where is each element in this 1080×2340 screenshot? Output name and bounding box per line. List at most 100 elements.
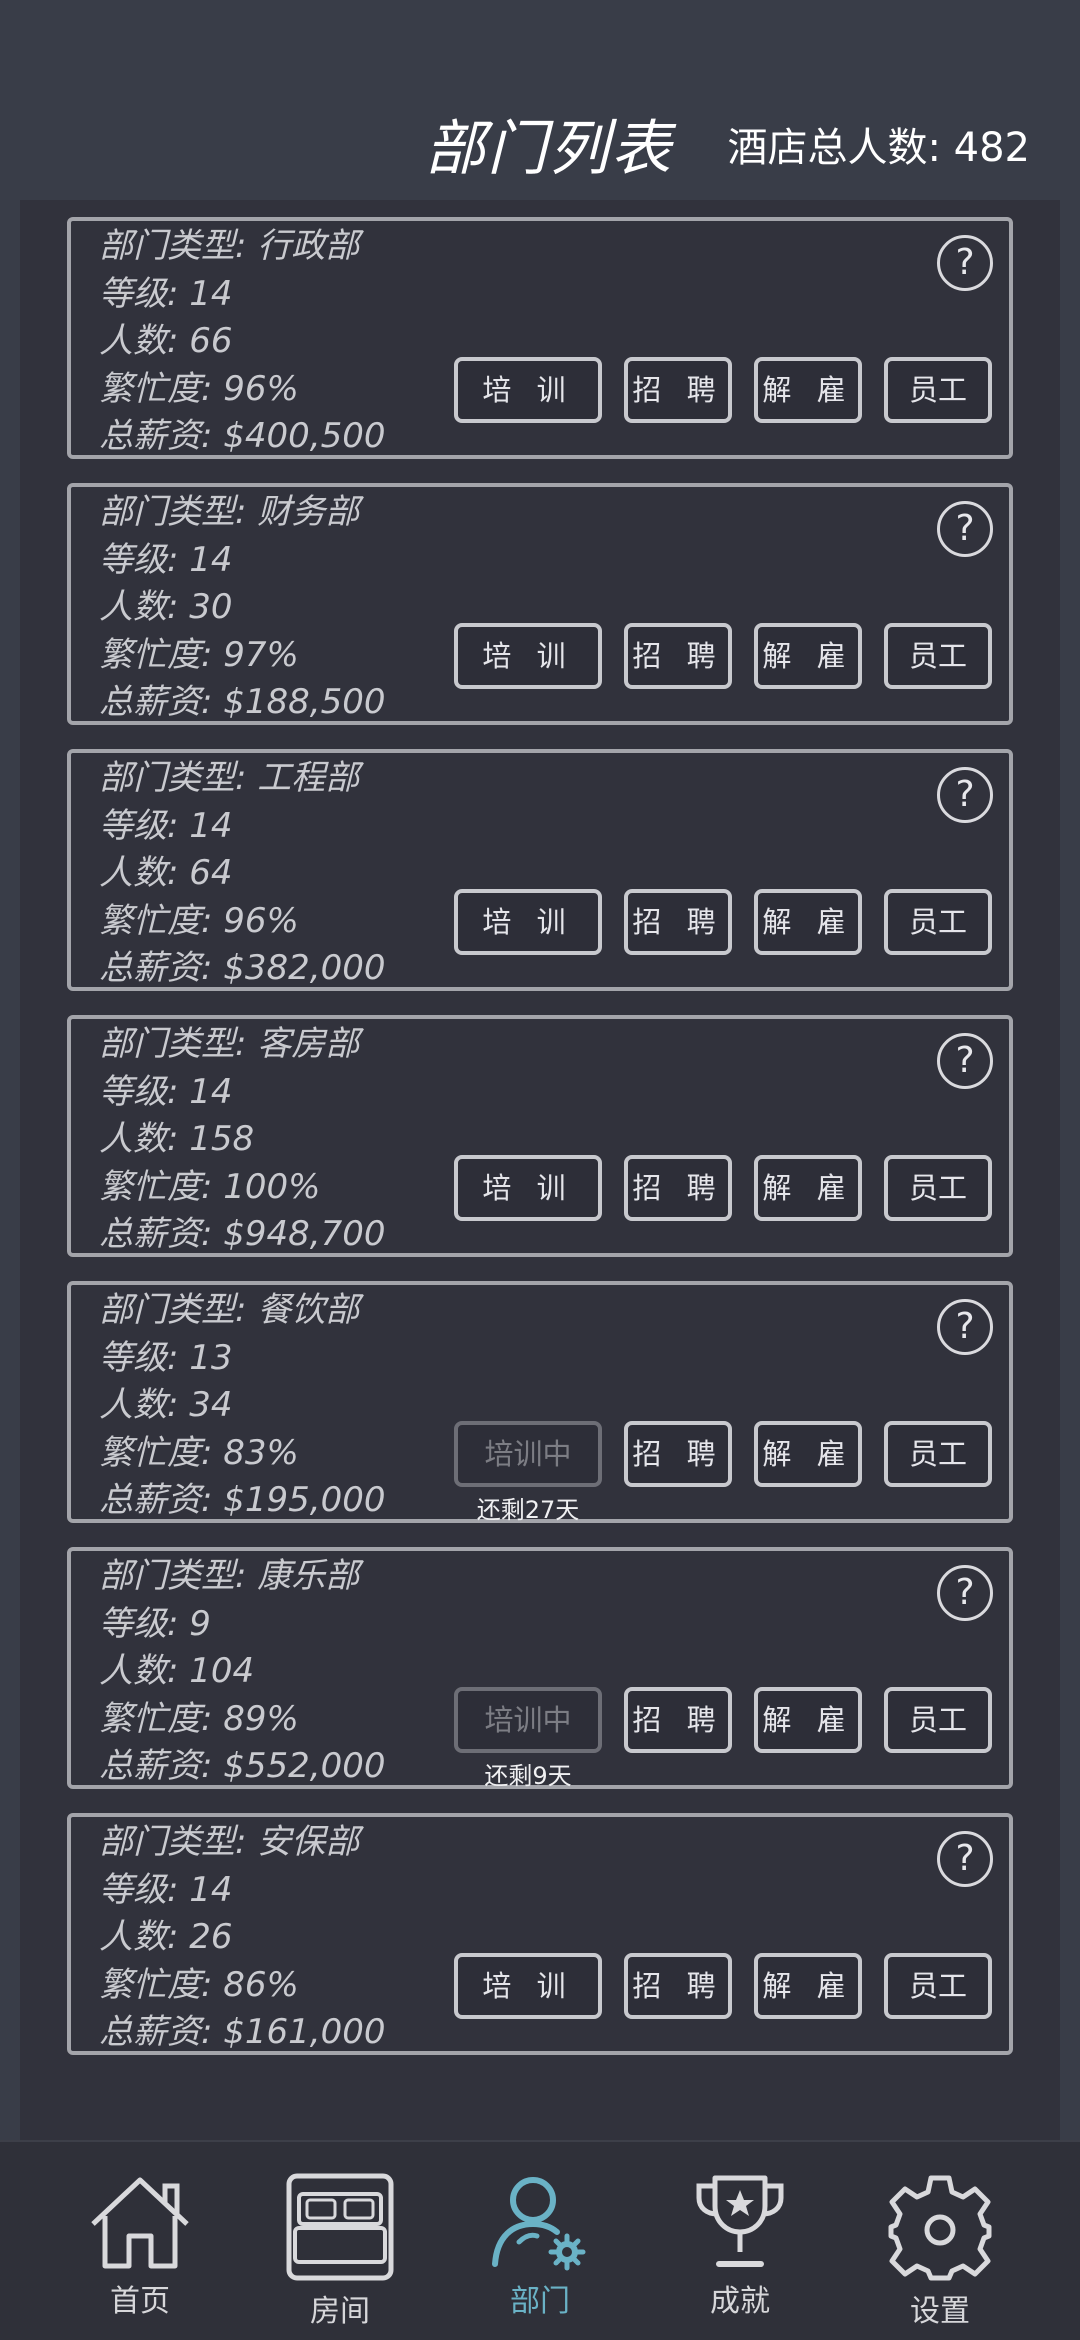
fire-button[interactable]: 解 雇 bbox=[754, 623, 862, 689]
bottom-nav: 首页 房间 部门 成就 设置 bbox=[0, 2140, 1080, 2340]
staff-button[interactable]: 员工 bbox=[884, 357, 992, 423]
train-button[interactable]: 培 训 bbox=[454, 1953, 602, 2019]
department-salary: 总薪资: $400,500 bbox=[99, 416, 386, 456]
department-headcount: 人数: 30 bbox=[99, 587, 233, 627]
department-headcount: 人数: 34 bbox=[99, 1385, 233, 1425]
fire-button[interactable]: 解 雇 bbox=[754, 1687, 862, 1753]
training-remaining-days: 还剩27天 bbox=[476, 1496, 580, 1524]
department-busy: 繁忙度: 97% bbox=[99, 634, 299, 675]
department-type: 部门类型: 客房部 bbox=[99, 1024, 360, 1064]
department-salary: 总薪资: $161,000 bbox=[99, 2012, 386, 2052]
department-headcount: 人数: 26 bbox=[99, 1917, 233, 1957]
fire-button[interactable]: 解 雇 bbox=[754, 357, 862, 423]
help-icon[interactable]: ? bbox=[937, 1299, 993, 1355]
department-card: 部门类型: 餐饮部 等级: 13 人数: 34 繁忙度: 83% 总薪资: $1… bbox=[67, 1281, 1013, 1525]
department-busy: 繁忙度: 100% bbox=[99, 1166, 321, 1207]
staff-button[interactable]: 员工 bbox=[884, 623, 992, 689]
train-button[interactable]: 培 训 bbox=[454, 357, 602, 423]
recruit-button[interactable]: 招 聘 bbox=[624, 357, 732, 423]
department-level: 等级: 14 bbox=[99, 539, 233, 580]
fire-button[interactable]: 解 雇 bbox=[754, 1953, 862, 2019]
help-icon[interactable]: ? bbox=[937, 767, 993, 823]
nav-label-settings: 设置 bbox=[910, 2294, 970, 2329]
bed-icon bbox=[286, 2173, 394, 2281]
department-salary: 总薪资: $188,500 bbox=[99, 682, 386, 722]
nav-label-rooms: 房间 bbox=[310, 2294, 370, 2329]
train-button[interactable]: 培 训 bbox=[454, 623, 602, 689]
department-busy: 繁忙度: 86% bbox=[99, 1964, 299, 2005]
nav-item-departments[interactable]: 部门 bbox=[470, 2172, 610, 2320]
department-type: 部门类型: 康乐部 bbox=[99, 1556, 360, 1596]
department-info: 部门类型: 餐饮部 等级: 13 人数: 34 繁忙度: 83% 总薪资: $1… bbox=[99, 1287, 386, 1525]
help-icon[interactable]: ? bbox=[937, 1565, 993, 1621]
department-type: 部门类型: 餐饮部 bbox=[99, 1290, 360, 1330]
department-info: 部门类型: 安保部 等级: 14 人数: 26 繁忙度: 86% 总薪资: $1… bbox=[99, 1819, 386, 2057]
recruit-button[interactable]: 招 聘 bbox=[624, 889, 732, 955]
staff-button[interactable]: 员工 bbox=[884, 1155, 992, 1221]
department-headcount: 人数: 104 bbox=[99, 1651, 255, 1691]
department-busy: 繁忙度: 83% bbox=[99, 1432, 299, 1473]
department-card: 部门类型: 客房部 等级: 14 人数: 158 繁忙度: 100% 总薪资: … bbox=[67, 1015, 1013, 1257]
department-headcount: 人数: 158 bbox=[99, 1119, 255, 1159]
department-level: 等级: 14 bbox=[99, 1869, 233, 1910]
staff-button[interactable]: 员工 bbox=[884, 1687, 992, 1753]
staff-button[interactable]: 员工 bbox=[884, 1953, 992, 2019]
nav-label-departments: 部门 bbox=[510, 2284, 570, 2319]
department-info: 部门类型: 康乐部 等级: 9 人数: 104 繁忙度: 89% 总薪资: $5… bbox=[99, 1553, 386, 1791]
department-salary: 总薪资: $382,000 bbox=[99, 948, 386, 988]
department-headcount: 人数: 66 bbox=[99, 321, 233, 361]
department-card: 部门类型: 安保部 等级: 14 人数: 26 繁忙度: 86% 总薪资: $1… bbox=[67, 1813, 1013, 2055]
department-salary: 总薪资: $948,700 bbox=[99, 1214, 386, 1254]
department-busy: 繁忙度: 96% bbox=[99, 900, 299, 941]
department-card: 部门类型: 康乐部 等级: 9 人数: 104 繁忙度: 89% 总薪资: $5… bbox=[67, 1547, 1013, 1791]
total-staff-count: 酒店总人数: 482 bbox=[727, 125, 1030, 171]
department-level: 等级: 14 bbox=[99, 805, 233, 846]
fire-button[interactable]: 解 雇 bbox=[754, 1155, 862, 1221]
fire-button[interactable]: 解 雇 bbox=[754, 1421, 862, 1487]
nav-label-home: 首页 bbox=[110, 2284, 170, 2319]
department-card: 部门类型: 工程部 等级: 14 人数: 64 繁忙度: 96% 总薪资: $3… bbox=[67, 749, 1013, 991]
staff-button[interactable]: 员工 bbox=[884, 1421, 992, 1487]
department-level: 等级: 14 bbox=[99, 1071, 233, 1112]
department-type: 部门类型: 财务部 bbox=[99, 492, 360, 532]
department-card: 部门类型: 行政部 等级: 14 人数: 66 繁忙度: 96% 总薪资: $4… bbox=[67, 217, 1013, 459]
recruit-button[interactable]: 招 聘 bbox=[624, 623, 732, 689]
recruit-button[interactable]: 招 聘 bbox=[624, 1421, 732, 1487]
department-salary: 总薪资: $195,000 bbox=[99, 1480, 386, 1520]
staff-button[interactable]: 员工 bbox=[884, 889, 992, 955]
help-icon[interactable]: ? bbox=[937, 235, 993, 291]
help-icon[interactable]: ? bbox=[937, 1831, 993, 1887]
department-card: 部门类型: 财务部 等级: 14 人数: 30 繁忙度: 97% 总薪资: $1… bbox=[67, 483, 1013, 725]
department-headcount: 人数: 64 bbox=[99, 853, 233, 893]
train-button[interactable]: 培 训 bbox=[454, 889, 602, 955]
nav-item-rooms[interactable]: 房间 bbox=[270, 2172, 410, 2330]
help-icon[interactable]: ? bbox=[937, 1033, 993, 1089]
recruit-button[interactable]: 招 聘 bbox=[624, 1155, 732, 1221]
train-button-in-progress: 培训中 bbox=[454, 1421, 602, 1487]
department-level: 等级: 14 bbox=[99, 273, 233, 314]
recruit-button[interactable]: 招 聘 bbox=[624, 1953, 732, 2019]
department-busy: 繁忙度: 96% bbox=[99, 368, 299, 409]
nav-item-achievements[interactable]: 成就 bbox=[670, 2172, 810, 2320]
train-button[interactable]: 培 训 bbox=[454, 1155, 602, 1221]
department-level: 等级: 9 bbox=[99, 1603, 211, 1644]
department-type: 部门类型: 安保部 bbox=[99, 1822, 360, 1862]
department-type: 部门类型: 行政部 bbox=[99, 226, 360, 266]
help-icon[interactable]: ? bbox=[937, 501, 993, 557]
department-salary: 总薪资: $552,000 bbox=[99, 1746, 386, 1786]
nav-item-home[interactable]: 首页 bbox=[70, 2172, 210, 2320]
department-info: 部门类型: 工程部 等级: 14 人数: 64 繁忙度: 96% 总薪资: $3… bbox=[99, 755, 386, 993]
nav-item-settings[interactable]: 设置 bbox=[870, 2172, 1010, 2330]
fire-button[interactable]: 解 雇 bbox=[754, 889, 862, 955]
recruit-button[interactable]: 招 聘 bbox=[624, 1687, 732, 1753]
staff-gear-icon bbox=[492, 2177, 586, 2271]
department-info: 部门类型: 客房部 等级: 14 人数: 158 繁忙度: 100% 总薪资: … bbox=[99, 1021, 386, 1259]
department-info: 部门类型: 财务部 等级: 14 人数: 30 繁忙度: 97% 总薪资: $1… bbox=[99, 489, 386, 727]
department-level: 等级: 13 bbox=[99, 1337, 233, 1378]
trophy-icon bbox=[696, 2175, 784, 2267]
train-button-in-progress: 培训中 bbox=[454, 1687, 602, 1753]
page-title: 部门列表 bbox=[425, 114, 673, 184]
gear-icon bbox=[888, 2175, 992, 2281]
department-info: 部门类型: 行政部 等级: 14 人数: 66 繁忙度: 96% 总薪资: $4… bbox=[99, 223, 386, 461]
header-bar: 部门列表 酒店总人数: 482 bbox=[0, 0, 1080, 200]
